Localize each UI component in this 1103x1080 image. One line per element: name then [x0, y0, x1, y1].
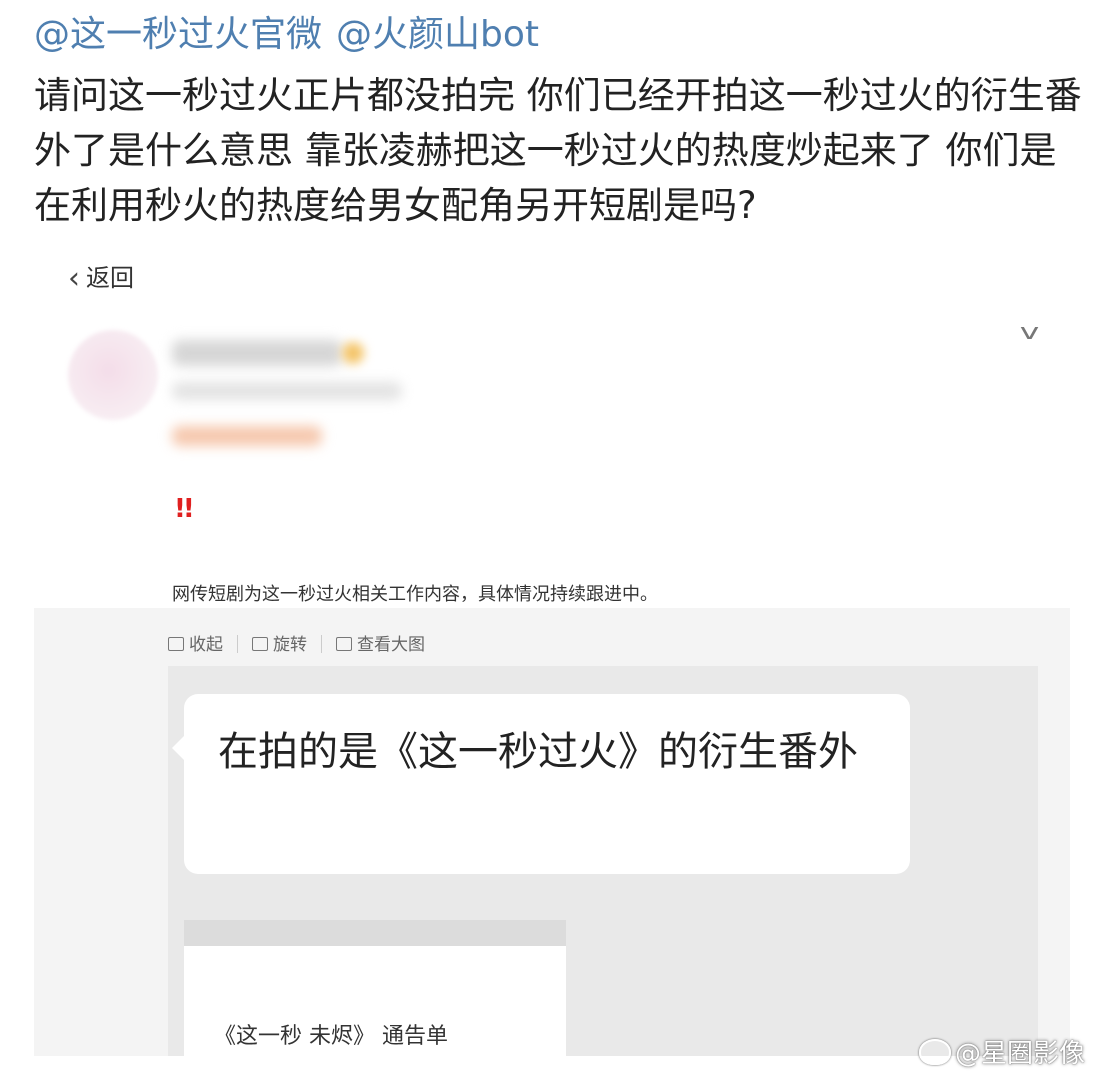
view-large-button[interactable]: 查看大图 [336, 630, 425, 655]
blurred-tag [172, 426, 322, 446]
weibo-logo-icon [918, 1039, 951, 1065]
chat-bubble: 在拍的是《这一秒过火》的衍生番外 [172, 694, 910, 874]
view-large-icon [336, 637, 352, 651]
watermark-text: @星圈影像 [954, 1039, 1085, 1069]
screenshot-header: ‹ 返回 [34, 248, 1070, 304]
verified-badge-icon [342, 342, 364, 364]
divider [321, 635, 322, 653]
post-caption: 网传短剧为这一秒过火相关工作内容，具体情况持续跟进中。 [172, 584, 658, 605]
collapse-label: 收起 [189, 635, 223, 655]
rotate-icon [252, 637, 268, 651]
blurred-meta [172, 382, 402, 400]
post-text: 请问这一秒过火正片都没拍完 你们已经开拍这一秒过火的衍生番外了是什么意思 靠张凌… [34, 74, 1082, 227]
collapse-button[interactable]: 收起 [168, 630, 223, 655]
watermark: @星圈影像 [918, 1033, 1085, 1070]
rotate-label: 旋转 [273, 635, 307, 655]
view-large-label: 查看大图 [357, 635, 425, 655]
mention-link[interactable]: @这一秒过火官微 [34, 14, 322, 55]
notice-card: 《这一秒 未烬》 通告单 [184, 920, 566, 1056]
avatar [68, 330, 158, 420]
mention-link[interactable]: @火颜山bot [336, 14, 539, 55]
collapse-icon [168, 637, 184, 651]
divider [237, 635, 238, 653]
exclaim-mark: !! [174, 494, 195, 524]
mentions: @这一秒过火官微 @火颜山bot [34, 12, 553, 58]
back-button[interactable]: ‹ 返回 [68, 258, 134, 296]
chevron-left-icon: ‹ [68, 261, 80, 296]
chevron-down-icon[interactable]: v [1020, 320, 1040, 345]
notice-card-title: 《这一秒 未烬》 通告单 [214, 1024, 448, 1049]
rotate-button[interactable]: 旋转 [252, 630, 307, 655]
embedded-screenshot: ‹ 返回 v !! 网传短剧为这一秒过火相关工作内容，具体情况持续跟进中。 收起 旋… [34, 248, 1070, 1056]
back-label: 返回 [86, 264, 134, 292]
blurred-username [172, 340, 342, 366]
image-toolbar: 收起 旋转 查看大图 [168, 630, 439, 655]
bubble-text: 在拍的是《这一秒过火》的衍生番外 [218, 729, 858, 775]
